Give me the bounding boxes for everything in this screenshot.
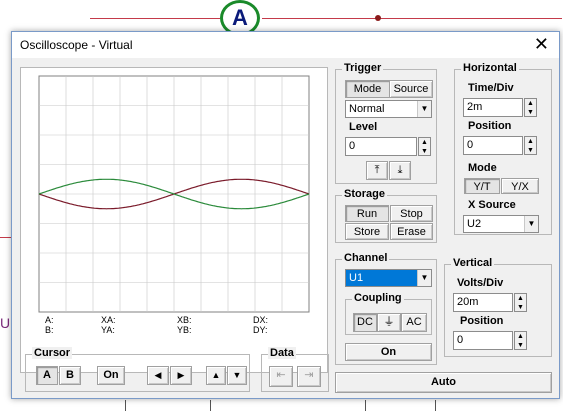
coupling-group: Coupling DC ⏚ AC bbox=[345, 292, 432, 335]
v-position-label: Position bbox=[460, 315, 504, 327]
export-data-icon[interactable]: ⇥ bbox=[297, 366, 321, 387]
store-button[interactable]: Store bbox=[345, 223, 389, 240]
spin-up-icon[interactable]: ▲ bbox=[419, 138, 430, 147]
circuit-wire-bottom4 bbox=[435, 400, 436, 411]
channel-on-button[interactable]: On bbox=[345, 343, 432, 361]
readout-ya: YA: bbox=[101, 325, 115, 335]
trigger-level-input[interactable]: 0 bbox=[345, 137, 417, 156]
circuit-node bbox=[375, 15, 381, 21]
trigger-level-spinner[interactable]: ▲ ▼ bbox=[418, 137, 431, 156]
channel-group: Channel U1 ▼ Coupling DC ⏚ AC On bbox=[335, 252, 437, 365]
circuit-wire-top bbox=[90, 18, 220, 19]
yx-mode-button[interactable]: Y/X bbox=[501, 178, 539, 194]
cursor-right-icon[interactable]: ▶ bbox=[170, 366, 192, 385]
auto-button[interactable]: Auto bbox=[335, 372, 552, 393]
import-data-icon[interactable]: ⇤ bbox=[269, 366, 293, 387]
spin-up-icon[interactable]: ▲ bbox=[525, 99, 536, 108]
circuit-wire-bottom3 bbox=[365, 400, 366, 411]
data-title: Data bbox=[268, 347, 296, 359]
tab-trigger-source[interactable]: Source bbox=[389, 80, 433, 98]
cursor-up-icon[interactable]: ▲ bbox=[206, 366, 226, 385]
chevron-down-icon[interactable]: ▼ bbox=[524, 216, 538, 232]
coupling-title: Coupling bbox=[352, 292, 404, 304]
time-div-input[interactable]: 2m bbox=[463, 98, 523, 117]
v-position-spinner[interactable]: ▲ ▼ bbox=[514, 331, 527, 350]
x-source-label: X Source bbox=[468, 199, 516, 211]
readout-yb: YB: bbox=[177, 325, 192, 335]
h-position-input[interactable]: 0 bbox=[463, 136, 523, 155]
trigger-level-label: Level bbox=[349, 121, 378, 133]
spin-up-icon[interactable]: ▲ bbox=[515, 294, 526, 303]
circuit-label-u: U bbox=[0, 315, 11, 331]
spin-down-icon[interactable]: ▼ bbox=[525, 108, 536, 117]
readout-dy: DY: bbox=[253, 325, 268, 335]
x-source-select[interactable]: U2 ▼ bbox=[463, 215, 539, 233]
cursor-on-button[interactable]: On bbox=[97, 366, 125, 385]
trigger-title: Trigger bbox=[342, 62, 384, 74]
trigger-falling-edge-button[interactable]: ⤓ bbox=[389, 161, 411, 180]
spin-up-icon[interactable]: ▲ bbox=[515, 332, 526, 341]
chevron-down-icon[interactable]: ▼ bbox=[417, 101, 431, 117]
circuit-wire-left bbox=[0, 237, 11, 238]
channel-value: U1 bbox=[349, 272, 364, 284]
spin-down-icon[interactable]: ▼ bbox=[515, 341, 526, 350]
volts-div-spinner[interactable]: ▲ ▼ bbox=[514, 293, 527, 312]
title-bar[interactable]: Oscilloscope - Virtual ✕ bbox=[12, 32, 559, 58]
circuit-wire-bottom2 bbox=[210, 400, 211, 411]
volts-div-label: Volts/Div bbox=[457, 277, 504, 289]
time-div-spinner[interactable]: ▲ ▼ bbox=[524, 98, 537, 117]
run-button[interactable]: Run bbox=[345, 205, 389, 222]
v-position-input[interactable]: 0 bbox=[453, 331, 513, 350]
channel-title: Channel bbox=[342, 252, 390, 264]
h-position-spinner[interactable]: ▲ ▼ bbox=[524, 136, 537, 155]
chevron-down-icon[interactable]: ▼ bbox=[417, 270, 431, 286]
time-div-label: Time/Div bbox=[468, 82, 514, 94]
channel-select[interactable]: U1 ▼ bbox=[345, 269, 432, 287]
horizontal-group: Horizontal Time/Div 2m ▲ ▼ Position 0 ▲ ▼ … bbox=[454, 62, 552, 235]
cursor-a-button[interactable]: A bbox=[36, 366, 58, 385]
vertical-group: Vertical Volts/Div 20m ▲ ▼ Position 0 ▲ ▼ bbox=[444, 257, 552, 357]
spin-down-icon[interactable]: ▼ bbox=[515, 303, 526, 312]
ac-coupling-button[interactable]: AC bbox=[401, 313, 427, 332]
tab-trigger-mode[interactable]: Mode bbox=[345, 80, 390, 98]
cursor-b-button[interactable]: B bbox=[59, 366, 81, 385]
readout-b: B: bbox=[45, 325, 54, 335]
circuit-wire-top-right bbox=[262, 18, 562, 19]
dc-coupling-button[interactable]: DC bbox=[353, 313, 377, 332]
trigger-rising-edge-button[interactable]: ⤒ bbox=[366, 161, 388, 180]
horizontal-title: Horizontal bbox=[461, 62, 519, 74]
ground-coupling-button[interactable]: ⏚ bbox=[377, 313, 401, 332]
spin-up-icon[interactable]: ▲ bbox=[525, 137, 536, 146]
trigger-mode-value: Normal bbox=[349, 103, 385, 115]
storage-title: Storage bbox=[342, 188, 387, 200]
yt-mode-button[interactable]: Y/T bbox=[464, 178, 500, 194]
readout-xa: XA: bbox=[101, 315, 116, 325]
data-group: Data ⇤ ⇥ bbox=[261, 347, 329, 392]
cursor-readouts: A: B: XA: YA: XB: YB: DX: DY: bbox=[45, 315, 315, 339]
volts-div-input[interactable]: 20m bbox=[453, 293, 513, 312]
trigger-group: Trigger Mode Source Normal ▼ Level 0 ▲ ▼ … bbox=[335, 62, 437, 184]
stop-button[interactable]: Stop bbox=[390, 205, 433, 222]
readout-dx: DX: bbox=[253, 315, 269, 325]
x-source-value: U2 bbox=[467, 218, 482, 230]
storage-group: Storage Run Stop Store Erase bbox=[335, 188, 437, 243]
spin-down-icon[interactable]: ▼ bbox=[525, 146, 536, 155]
trigger-mode-select[interactable]: Normal ▼ bbox=[345, 100, 432, 118]
oscilloscope-window: Oscilloscope - Virtual ✕ A: B: XA: YA: X… bbox=[11, 31, 560, 399]
close-icon[interactable]: ✕ bbox=[534, 34, 549, 55]
cursor-group: Cursor A B On ◀ ▶ ▲ ▼ bbox=[25, 347, 250, 392]
readout-a: A: bbox=[45, 315, 54, 325]
cursor-down-icon[interactable]: ▼ bbox=[227, 366, 247, 385]
erase-button[interactable]: Erase bbox=[390, 223, 433, 240]
window-title: Oscilloscope - Virtual bbox=[20, 38, 133, 52]
circuit-wire-bottom bbox=[125, 400, 126, 411]
cursor-left-icon[interactable]: ◀ bbox=[147, 366, 169, 385]
spin-down-icon[interactable]: ▼ bbox=[419, 147, 430, 156]
h-mode-label: Mode bbox=[468, 162, 497, 174]
h-position-label: Position bbox=[468, 120, 512, 132]
readout-xb: XB: bbox=[177, 315, 192, 325]
cursor-title: Cursor bbox=[32, 347, 73, 359]
scope-screen-frame: A: B: XA: YA: XB: YB: DX: DY: bbox=[20, 67, 328, 373]
vertical-title: Vertical bbox=[451, 257, 495, 269]
